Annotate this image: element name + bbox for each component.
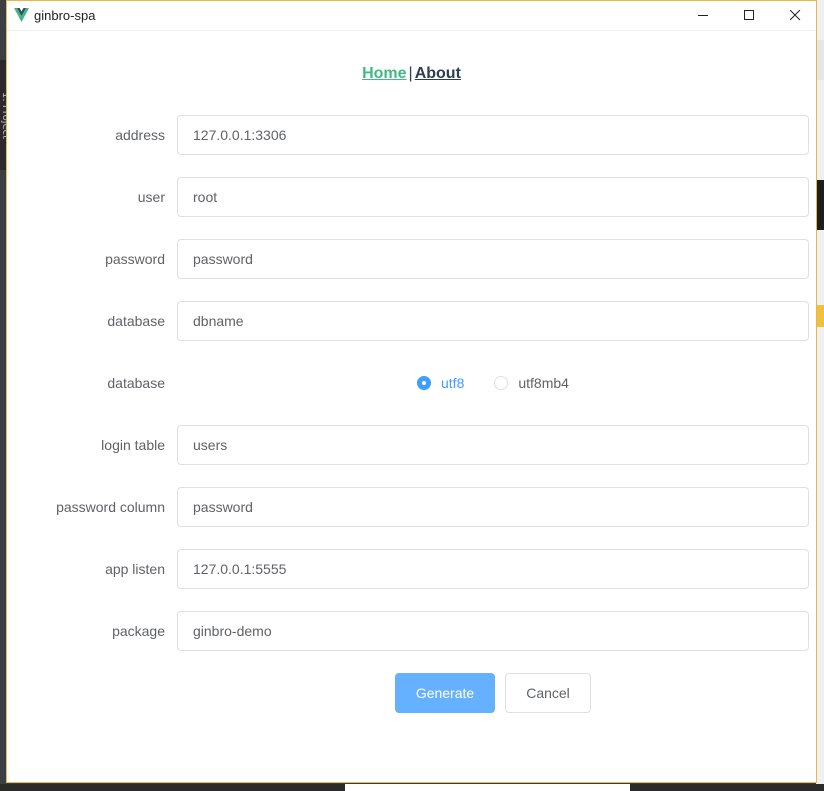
login-table-input[interactable] bbox=[177, 425, 809, 465]
title-bar[interactable]: ginbro-spa bbox=[7, 1, 816, 31]
charset-label: database bbox=[107, 375, 165, 391]
radio-utf8mb4-dot[interactable] bbox=[494, 376, 509, 390]
nav-link-home[interactable]: Home bbox=[362, 65, 406, 82]
app-listen-input[interactable] bbox=[177, 549, 809, 589]
address-input[interactable] bbox=[177, 115, 809, 155]
database-input[interactable] bbox=[177, 301, 809, 341]
background-block bbox=[816, 180, 824, 230]
user-input[interactable] bbox=[177, 177, 809, 217]
form-row-address: address bbox=[7, 115, 816, 155]
close-button[interactable] bbox=[772, 1, 818, 30]
password-input[interactable] bbox=[177, 239, 809, 279]
password-label: password bbox=[105, 251, 165, 267]
vue-logo-icon bbox=[14, 8, 29, 22]
radio-utf8mb4[interactable]: utf8mb4 bbox=[494, 375, 569, 391]
background-right-panel bbox=[816, 0, 824, 791]
address-label: address bbox=[115, 127, 165, 143]
generate-button[interactable]: Generate bbox=[395, 673, 495, 713]
radio-utf8mb4-label[interactable]: utf8mb4 bbox=[518, 375, 569, 391]
password-column-label: password column bbox=[56, 499, 165, 515]
form-row-password: password bbox=[7, 239, 816, 279]
form-row-app-listen: app listen bbox=[7, 549, 816, 589]
user-label: user bbox=[137, 189, 165, 205]
background-block bbox=[816, 40, 824, 80]
cancel-button[interactable]: Cancel bbox=[505, 673, 591, 713]
login-table-label: login table bbox=[101, 437, 165, 453]
close-icon bbox=[789, 10, 800, 21]
form-row-user: user bbox=[7, 177, 816, 217]
form-row-database: database bbox=[7, 301, 816, 341]
password-column-input[interactable] bbox=[177, 487, 809, 527]
nav-link-about[interactable]: About bbox=[415, 65, 461, 82]
radio-utf8-dot[interactable] bbox=[417, 376, 431, 390]
background-bottom bbox=[0, 784, 824, 791]
package-label: package bbox=[112, 623, 165, 639]
form-row-package: package bbox=[7, 611, 816, 651]
form-row-charset: database utf8 utf8mb4 bbox=[7, 363, 816, 403]
maximize-icon bbox=[743, 10, 754, 20]
form-row-password-column: password column bbox=[7, 487, 816, 527]
maximize-button[interactable] bbox=[726, 1, 772, 30]
top-nav: Home | About bbox=[7, 65, 816, 83]
radio-utf8[interactable]: utf8 bbox=[417, 375, 464, 391]
package-input[interactable] bbox=[177, 611, 809, 651]
nav-separator: | bbox=[408, 65, 413, 82]
charset-radio-group: utf8 utf8mb4 bbox=[417, 363, 599, 403]
app-window: ginbro-spa Home|About address user pas bbox=[6, 0, 817, 783]
form-row-login-table: login table bbox=[7, 425, 816, 465]
minimize-button[interactable] bbox=[680, 1, 726, 30]
window-title: ginbro-spa bbox=[34, 8, 96, 23]
database-label: database bbox=[107, 313, 165, 329]
radio-utf8-label[interactable]: utf8 bbox=[441, 375, 464, 391]
background-block bbox=[345, 784, 630, 791]
minimize-icon bbox=[697, 15, 708, 16]
background-block bbox=[816, 305, 824, 327]
app-listen-label: app listen bbox=[105, 561, 165, 577]
